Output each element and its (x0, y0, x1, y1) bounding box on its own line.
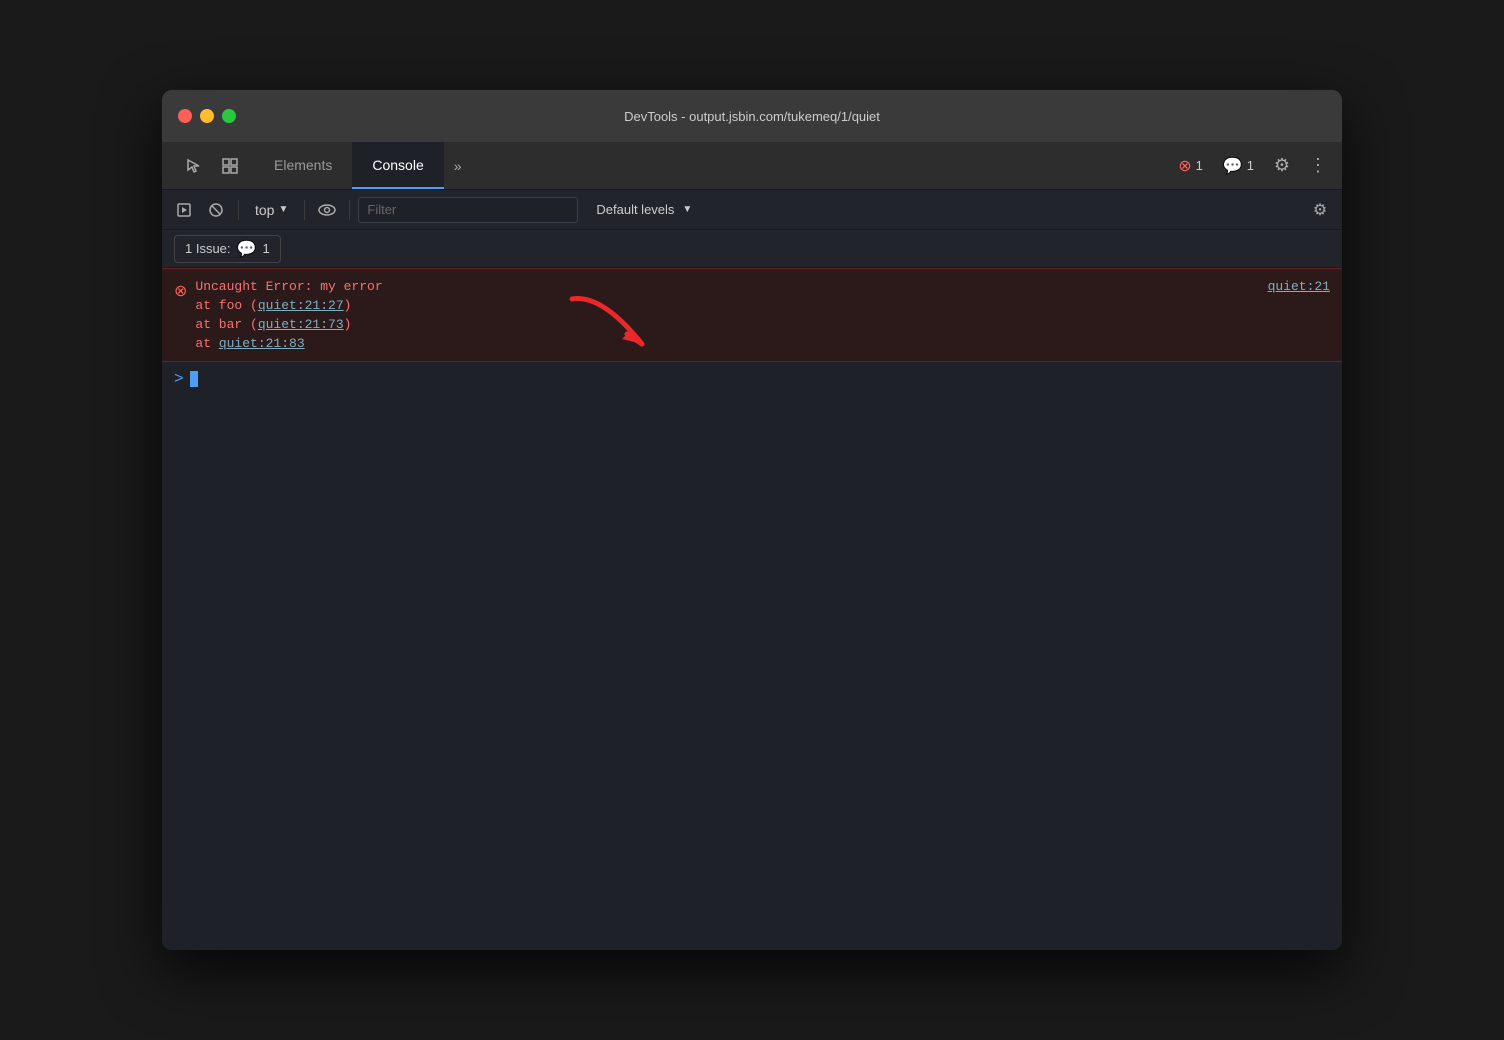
window-controls (178, 109, 236, 123)
issue-message-icon: 💬 (237, 239, 257, 259)
error-stack-line-3: at quiet:21:83 (195, 336, 382, 351)
minimize-button[interactable] (200, 109, 214, 123)
stack-link-2[interactable]: quiet:21:73 (258, 317, 344, 332)
select-element-icon[interactable] (178, 150, 210, 182)
eye-icon-button[interactable] (313, 196, 341, 224)
run-button[interactable] (170, 196, 198, 224)
tabbar: Elements Console » ⊗ 1 💬 1 ⚙ ⋮ (162, 142, 1342, 190)
inspect-icon[interactable] (214, 150, 246, 182)
tab-right-actions: ⊗ 1 💬 1 ⚙ ⋮ (1170, 142, 1342, 189)
tab-console[interactable]: Console (352, 142, 443, 189)
error-stack-line-2: at bar (quiet:21:73) (195, 317, 382, 332)
toolbar-separator-2 (304, 200, 305, 220)
filter-input[interactable] (358, 197, 578, 223)
chevron-down-icon: ▼ (278, 204, 288, 215)
log-levels-dropdown[interactable]: Default levels ▼ (586, 200, 702, 219)
console-settings-button[interactable]: ⚙ (1306, 196, 1334, 224)
devtools-window: DevTools - output.jsbin.com/tukemeq/1/qu… (162, 90, 1342, 950)
titlebar: DevTools - output.jsbin.com/tukemeq/1/qu… (162, 90, 1342, 142)
console-toolbar: top ▼ Default levels ▼ ⚙ (162, 190, 1342, 230)
message-badge-button[interactable]: 💬 1 (1215, 152, 1262, 180)
error-text: Uncaught Error: my error at foo (quiet:2… (195, 279, 382, 351)
console-prompt: > (174, 370, 184, 388)
context-selector[interactable]: top ▼ (247, 200, 296, 220)
error-stack-line-1: at foo (quiet:21:27) (195, 298, 382, 313)
error-main-message: Uncaught Error: my error (195, 279, 382, 294)
chevron-down-icon-levels: ▼ (682, 204, 692, 215)
error-source-link[interactable]: quiet:21 (1268, 279, 1330, 294)
tab-elements[interactable]: Elements (254, 142, 352, 189)
clear-console-button[interactable] (202, 196, 230, 224)
issues-bar: 1 Issue: 💬 1 (162, 230, 1342, 268)
console-output[interactable]: ⊗ Uncaught Error: my error at foo (quiet… (162, 268, 1342, 950)
issues-badge-button[interactable]: 1 Issue: 💬 1 (174, 235, 281, 263)
maximize-button[interactable] (222, 109, 236, 123)
console-input-row: > (162, 362, 1342, 396)
toolbar-separator-3 (349, 200, 350, 220)
more-options-button[interactable]: ⋮ (1302, 150, 1334, 182)
console-cursor (190, 371, 198, 387)
tab-more-button[interactable]: » (444, 142, 472, 189)
stack-link-3[interactable]: quiet:21:83 (219, 336, 305, 351)
window-title: DevTools - output.jsbin.com/tukemeq/1/qu… (624, 109, 880, 124)
settings-button[interactable]: ⚙ (1266, 150, 1298, 182)
devtools-panel-icons (170, 142, 254, 189)
message-icon: 💬 (1223, 156, 1243, 176)
error-circle-icon: ⊗ (1178, 156, 1191, 176)
error-icon: ⊗ (174, 281, 187, 301)
error-badge-button[interactable]: ⊗ 1 (1170, 152, 1211, 180)
error-content: ⊗ Uncaught Error: my error at foo (quiet… (174, 279, 1260, 351)
toolbar-separator (238, 200, 239, 220)
error-row: ⊗ Uncaught Error: my error at foo (quiet… (162, 268, 1342, 362)
stack-link-1[interactable]: quiet:21:27 (258, 298, 344, 313)
close-button[interactable] (178, 109, 192, 123)
